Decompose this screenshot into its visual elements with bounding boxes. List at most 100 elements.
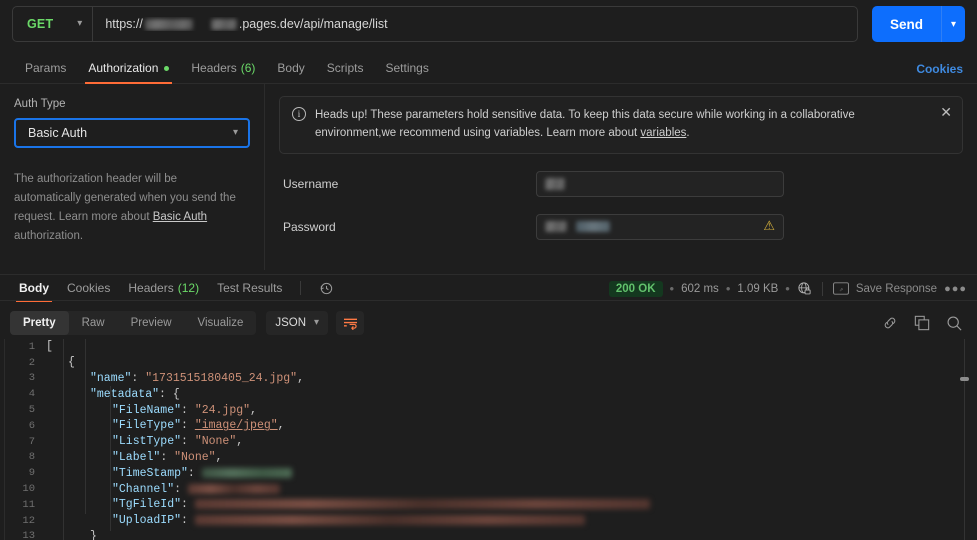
method-selector[interactable]: GET ▾	[13, 7, 94, 41]
password-label: Password	[283, 219, 336, 234]
url-redaction-2	[210, 18, 237, 30]
send-options-chevron-icon[interactable]: ▾	[941, 6, 965, 42]
code-text: "TimeStamp":	[46, 467, 292, 480]
wrap-text-button[interactable]	[336, 311, 365, 335]
code-line: 7 "ListType": "None",	[0, 434, 977, 450]
line-number: 13	[22, 530, 35, 540]
json-punct: :	[181, 419, 195, 433]
response-tab-body[interactable]: Body	[10, 275, 58, 302]
view-mode-pretty[interactable]: Pretty	[10, 311, 69, 335]
json-punct: }	[90, 529, 97, 540]
send-button[interactable]: Send	[871, 6, 942, 42]
copy-icon[interactable]	[914, 315, 930, 331]
json-punct: :	[181, 403, 195, 417]
code-line: 2{	[0, 355, 977, 371]
json-key: "Channel"	[112, 482, 175, 496]
search-icon[interactable]	[946, 315, 963, 332]
code-text: "name": "1731515180405_24.jpg",	[46, 372, 304, 385]
tab-params[interactable]: Params	[14, 53, 77, 84]
variables-link[interactable]: variables	[640, 127, 686, 139]
auth-type-label: Auth Type	[14, 98, 66, 110]
json-punct: :	[181, 435, 195, 449]
response-size: 1.09 KB	[737, 282, 779, 295]
response-time: 602 ms	[681, 282, 719, 295]
code-text: "TgFileId":	[46, 498, 650, 511]
username-input[interactable]	[536, 170, 784, 197]
code-line: 1[	[0, 339, 977, 355]
response-tab-cookies[interactable]: Cookies	[58, 275, 119, 302]
cookies-link[interactable]: Cookies	[916, 53, 963, 84]
line-number: 5	[28, 404, 35, 417]
vertical-scrollbar-track[interactable]	[964, 339, 965, 540]
more-options-icon[interactable]: ●●●	[944, 283, 967, 295]
auth-type-value: Basic Auth	[28, 126, 88, 140]
dot-separator: •	[669, 281, 675, 296]
warning-icon: ⚠	[763, 217, 775, 233]
tab-body[interactable]: Body	[266, 53, 315, 84]
auth-type-select[interactable]: Basic Auth ▾	[14, 118, 250, 148]
tab-authorization[interactable]: Authorization	[77, 53, 180, 84]
username-redaction	[545, 177, 565, 190]
code-line: 8 "Label": "None",	[0, 450, 977, 466]
code-text: "FileName": "24.jpg",	[46, 404, 257, 417]
format-value: JSON	[275, 317, 307, 329]
basic-auth-link[interactable]: Basic Auth	[153, 211, 207, 223]
tab-params-label: Params	[25, 61, 67, 75]
redacted-value	[194, 515, 585, 526]
json-punct: :	[181, 514, 195, 528]
code-line: 11 "TgFileId":	[0, 497, 977, 513]
json-key: "TgFileId"	[112, 498, 182, 512]
url-input-box[interactable]: GET ▾ https:// .pages.dev/api/manage/list	[12, 6, 858, 42]
response-tab-test-results[interactable]: Test Results	[208, 275, 291, 302]
json-punct: :	[131, 371, 146, 385]
response-body-code[interactable]: 1[2{3 "name": "1731515180405_24.jpg", 4 "me…	[0, 339, 977, 540]
tab-authorization-label: Authorization	[88, 61, 159, 75]
wrap-text-icon	[343, 318, 357, 330]
password-input[interactable]: ⚠	[536, 213, 784, 240]
close-icon[interactable]: ✕	[940, 105, 952, 119]
response-history-button[interactable]	[310, 275, 343, 302]
link-icon[interactable]	[882, 315, 898, 331]
dot-separator: •	[725, 281, 731, 296]
response-tab-headers[interactable]: Headers (12)	[119, 275, 208, 302]
code-line: 9 "TimeStamp":	[0, 465, 977, 481]
json-string[interactable]: "image/jpeg"	[195, 419, 278, 432]
response-tab-headers-count: (12)	[177, 281, 200, 295]
redacted-value	[201, 467, 292, 478]
vertical-scrollbar-thumb[interactable]	[960, 377, 969, 381]
view-mode-raw[interactable]: Raw	[69, 311, 118, 335]
divider	[821, 281, 823, 296]
view-mode-preview[interactable]: Preview	[118, 311, 185, 335]
tab-headers[interactable]: Headers (6)	[180, 53, 266, 84]
line-number: 4	[28, 388, 35, 401]
save-response-button[interactable]: Save Response	[856, 283, 937, 295]
json-key: "FileName"	[112, 403, 182, 417]
url-redaction-1	[144, 18, 193, 30]
code-line: 5 "FileName": "24.jpg",	[0, 402, 977, 418]
json-string: "None"	[174, 450, 216, 464]
line-number: 8	[28, 451, 35, 464]
code-text: "Label": "None",	[46, 451, 222, 464]
tab-settings[interactable]: Settings	[374, 53, 439, 84]
format-select[interactable]: JSON ▾	[266, 311, 329, 335]
json-punct: ,	[250, 403, 257, 417]
url-prefix: https://	[105, 17, 143, 31]
line-number: 12	[22, 514, 35, 527]
view-mode-visualize[interactable]: Visualize	[185, 311, 257, 335]
json-punct: {	[68, 356, 75, 370]
tab-scripts[interactable]: Scripts	[316, 53, 375, 84]
json-string: "1731515180405_24.jpg"	[145, 371, 298, 385]
auth-description-text-2: authorization.	[14, 229, 84, 242]
globe-lock-icon[interactable]	[797, 281, 812, 296]
svg-text:⇗: ⇗	[839, 286, 843, 293]
code-text: [	[46, 340, 53, 353]
save-disk-icon[interactable]: ⇗	[832, 282, 849, 295]
redacted-value	[194, 499, 650, 510]
code-text: "ListType": "None",	[46, 435, 243, 448]
body-tools	[882, 307, 963, 339]
password-redaction-1	[545, 221, 567, 233]
send-button-group[interactable]: Send ▾	[871, 6, 965, 42]
url-input[interactable]: https:// .pages.dev/api/manage/list	[93, 17, 857, 31]
code-text: "UploadIP":	[46, 514, 585, 527]
tab-body-label: Body	[277, 61, 305, 75]
